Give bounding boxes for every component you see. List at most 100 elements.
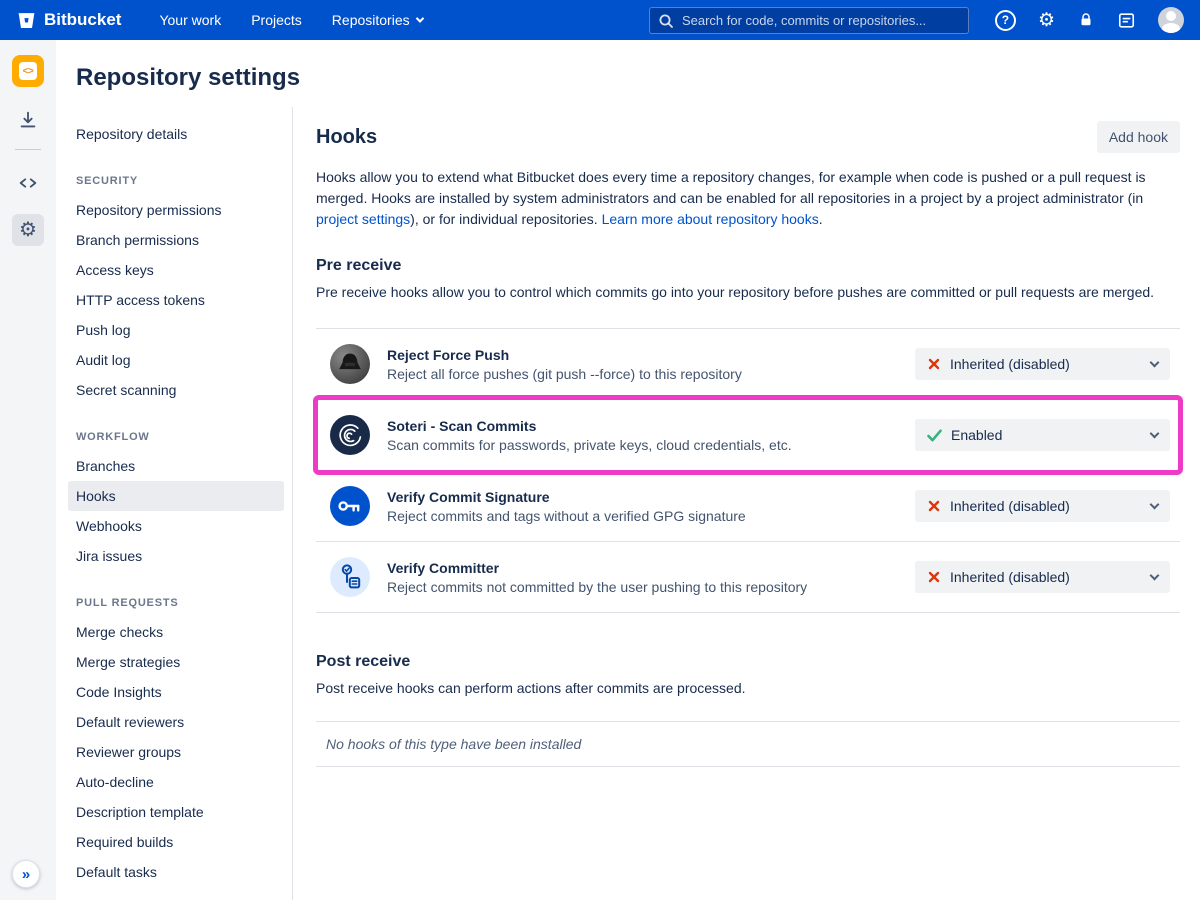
sidebar-item-merge-checks[interactable]: Merge checks xyxy=(68,617,284,647)
chevron-down-icon xyxy=(1150,499,1160,509)
hook-row-verify-committer: Verify Committer Reject commits not comm… xyxy=(316,542,1180,613)
sidebar-item-secret-scanning[interactable]: Secret scanning xyxy=(68,375,284,405)
page-header: Repository settings xyxy=(56,40,1200,107)
global-search xyxy=(649,7,969,34)
learn-more-link[interactable]: Learn more about repository hooks xyxy=(602,211,819,227)
sidebar-item-default-reviewers[interactable]: Default reviewers xyxy=(68,707,284,737)
nav-repositories[interactable]: Repositories xyxy=(332,12,423,28)
verify-committer-icon xyxy=(330,557,370,597)
hook-status-select[interactable]: Inherited (disabled) xyxy=(915,561,1170,593)
repository-settings-rail-item[interactable]: ⚙ xyxy=(12,214,44,246)
sidebar-item-jira-issues[interactable]: Jira issues xyxy=(68,541,284,571)
sidebar-section-workflow: WORKFLOW xyxy=(68,423,284,451)
search-input[interactable] xyxy=(649,7,969,34)
lock-icon[interactable] xyxy=(1077,11,1095,29)
sidebar-item-auto-decline[interactable]: Auto-decline xyxy=(68,767,284,797)
sidebar-item-branches[interactable]: Branches xyxy=(68,451,284,481)
nav-your-work[interactable]: Your work xyxy=(159,12,221,28)
post-receive-heading: Post receive xyxy=(316,653,1180,671)
gear-icon[interactable]: ⚙ xyxy=(1038,11,1055,30)
chevron-down-icon xyxy=(1150,570,1160,580)
hook-description: Reject commits not committed by the user… xyxy=(387,579,807,595)
settings-sidebar: Repository details SECURITY Repository p… xyxy=(56,107,293,900)
key-icon xyxy=(330,486,370,526)
hook-row-reject-force-push: Reject Force Push Reject all force pushe… xyxy=(316,328,1180,400)
top-navbar: Bitbucket Your work Projects Repositorie… xyxy=(0,0,1200,40)
hook-description: Scan commits for passwords, private keys… xyxy=(387,437,792,453)
hook-list: Reject Force Push Reject all force pushe… xyxy=(316,328,1180,613)
sidebar-item-reviewer-groups[interactable]: Reviewer groups xyxy=(68,737,284,767)
intro-text-2: ), or for individual repositories. xyxy=(410,211,601,227)
hook-text: Verify Commit Signature Reject commits a… xyxy=(387,489,746,524)
hook-name: Verify Committer xyxy=(387,560,807,576)
hook-name: Verify Commit Signature xyxy=(387,489,746,505)
repository-avatar[interactable]: <> xyxy=(12,55,44,87)
hooks-heading: Hooks xyxy=(316,126,377,149)
avatar[interactable] xyxy=(1158,7,1184,33)
page-title: Repository settings xyxy=(76,64,1176,92)
brand-label: Bitbucket xyxy=(44,10,121,30)
intro-text-3: . xyxy=(819,211,823,227)
sidebar-item-access-keys[interactable]: Access keys xyxy=(68,255,284,285)
settings-gear-icon: ⚙ xyxy=(19,220,37,240)
pre-receive-heading: Pre receive xyxy=(316,257,1180,275)
bitbucket-logo-icon xyxy=(16,10,37,31)
sidebar-item-repository-details[interactable]: Repository details xyxy=(68,119,284,149)
hooks-content: Hooks Add hook Hooks allow you to extend… xyxy=(293,107,1200,900)
sidebar-item-default-tasks[interactable]: Default tasks xyxy=(68,857,284,887)
sidebar-item-push-log[interactable]: Push log xyxy=(68,315,284,345)
expand-icon: » xyxy=(22,866,30,883)
hook-status-label: Enabled xyxy=(951,427,1002,443)
sidebar-item-http-access-tokens[interactable]: HTTP access tokens xyxy=(68,285,284,315)
sidebar-section-security: SECURITY xyxy=(68,167,284,195)
hooks-intro: Hooks allow you to extend what Bitbucket… xyxy=(316,167,1180,230)
hook-status-select[interactable]: Inherited (disabled) xyxy=(915,490,1170,522)
chevron-down-icon xyxy=(415,14,423,22)
hook-status-label: Inherited (disabled) xyxy=(950,569,1070,585)
primary-nav: Your work Projects Repositories xyxy=(159,12,422,28)
add-hook-button[interactable]: Add hook xyxy=(1097,121,1180,153)
hook-status-label: Inherited (disabled) xyxy=(950,498,1070,514)
help-icon[interactable]: ? xyxy=(995,10,1016,31)
hook-text: Reject Force Push Reject all force pushe… xyxy=(387,347,742,382)
sidebar-item-audit-log[interactable]: Audit log xyxy=(68,345,284,375)
post-receive-description: Post receive hooks can perform actions a… xyxy=(316,678,1180,699)
project-settings-link[interactable]: project settings xyxy=(316,211,410,227)
clone-icon[interactable] xyxy=(17,109,39,131)
bitbucket-brand[interactable]: Bitbucket xyxy=(16,10,121,31)
nav-repositories-label: Repositories xyxy=(332,12,410,28)
hook-description: Reject commits and tags without a verifi… xyxy=(387,508,746,524)
sidebar-item-branch-permissions[interactable]: Branch permissions xyxy=(68,225,284,255)
chevron-down-icon xyxy=(1150,357,1160,367)
x-icon xyxy=(927,570,941,584)
sidebar-item-merge-strategies[interactable]: Merge strategies xyxy=(68,647,284,677)
search-icon xyxy=(658,13,674,34)
intro-text-1: Hooks allow you to extend what Bitbucket… xyxy=(316,169,1146,206)
expand-sidebar-button[interactable]: » xyxy=(12,860,40,888)
page-body: Repository details SECURITY Repository p… xyxy=(56,107,1200,900)
code-icon: <> xyxy=(19,62,37,80)
check-icon xyxy=(927,429,942,442)
x-icon xyxy=(927,499,941,513)
sidebar-item-required-builds[interactable]: Required builds xyxy=(68,827,284,857)
nav-projects-label: Projects xyxy=(251,12,302,28)
navbar-icons: ? ⚙ xyxy=(995,7,1184,33)
nav-projects[interactable]: Projects xyxy=(251,12,302,28)
sidebar-item-code-insights[interactable]: Code Insights xyxy=(68,677,284,707)
sidebar-item-hooks[interactable]: Hooks xyxy=(68,481,284,511)
hook-text: Verify Committer Reject commits not comm… xyxy=(387,560,807,595)
hook-name: Reject Force Push xyxy=(387,347,742,363)
source-code-icon[interactable] xyxy=(17,172,39,194)
soteri-icon xyxy=(330,415,370,455)
hook-text: Soteri - Scan Commits Scan commits for p… xyxy=(387,418,792,453)
chevron-down-icon xyxy=(1150,428,1160,438)
hook-description: Reject all force pushes (git push --forc… xyxy=(387,366,742,382)
sidebar-item-description-template[interactable]: Description template xyxy=(68,797,284,827)
sidebar-item-repository-permissions[interactable]: Repository permissions xyxy=(68,195,284,225)
left-rail: <> ⚙ » xyxy=(0,40,56,900)
hook-status-select[interactable]: Inherited (disabled) xyxy=(915,348,1170,380)
hook-status-select[interactable]: Enabled xyxy=(915,419,1170,451)
feedback-icon[interactable] xyxy=(1117,11,1136,30)
sidebar-item-webhooks[interactable]: Webhooks xyxy=(68,511,284,541)
rail-divider xyxy=(15,149,41,150)
